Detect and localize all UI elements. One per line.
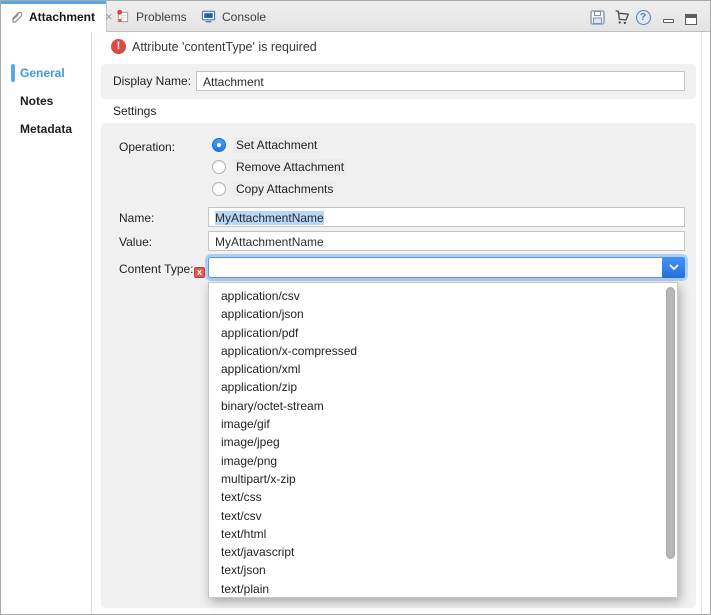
dropdown-option[interactable]: image/jpeg: [209, 433, 677, 451]
dropdown-option[interactable]: binary/octet-stream: [209, 397, 677, 415]
radio-selected-icon: [212, 138, 226, 152]
sidebar-item-notes[interactable]: Notes: [1, 91, 91, 111]
sidebar-item-metadata[interactable]: Metadata: [1, 119, 91, 139]
save-icon[interactable]: [588, 8, 606, 26]
radio-option-set-attachment[interactable]: Set Attachment: [212, 135, 320, 155]
value-input[interactable]: MyAttachmentName: [208, 231, 685, 251]
active-indicator: [11, 64, 15, 82]
combobox-dropdown-button[interactable]: [662, 257, 685, 278]
value-label: Value:: [119, 235, 152, 249]
dropdown-option[interactable]: text/plain: [209, 580, 677, 598]
help-icon[interactable]: ?: [634, 8, 652, 26]
problems-icon: [115, 9, 130, 24]
tab-console-label: Console: [222, 10, 266, 24]
tab-console[interactable]: Console: [195, 1, 272, 32]
dropdown-option[interactable]: image/gif: [209, 415, 677, 433]
radio-option-copy-attachments[interactable]: Copy Attachments: [212, 179, 336, 199]
settings-heading: Settings: [113, 104, 156, 118]
panel-right-rule: [701, 32, 702, 615]
dropdown-option[interactable]: image/png: [209, 452, 677, 470]
content-type-dropdown-list: application/csv application/json applica…: [208, 282, 678, 598]
content-type-label: Content Type:: [119, 262, 194, 276]
tab-bar: Attachment × Problems: [1, 1, 710, 32]
radio-option-remove-attachment[interactable]: Remove Attachment: [212, 157, 347, 177]
dropdown-option[interactable]: application/pdf: [209, 324, 677, 342]
dropdown-option[interactable]: text/css: [209, 488, 677, 506]
console-icon: [201, 9, 216, 24]
properties-panel: Attachment × Problems: [0, 0, 711, 615]
tab-problems-label: Problems: [136, 10, 187, 24]
dropdown-option[interactable]: text/javascript: [209, 543, 677, 561]
paperclip-icon: [9, 10, 23, 24]
dropdown-option[interactable]: application/json: [209, 305, 677, 323]
dropdown-scrollbar-thumb[interactable]: [666, 287, 675, 559]
display-name-input[interactable]: Attachment: [196, 71, 685, 91]
dropdown-option[interactable]: text/csv: [209, 507, 677, 525]
name-input[interactable]: MyAttachmentName: [208, 207, 685, 227]
cart-icon[interactable]: [612, 8, 630, 26]
operation-label: Operation:: [119, 140, 175, 154]
dropdown-option[interactable]: application/x-compressed: [209, 342, 677, 360]
dropdown-option[interactable]: application/csv: [209, 287, 677, 305]
tab-attachment[interactable]: Attachment ×: [1, 1, 107, 32]
selected-text: MyAttachmentName: [215, 211, 324, 225]
display-name-label: Display Name:: [113, 74, 191, 88]
field-error-badge: x: [194, 267, 205, 278]
dropdown-option[interactable]: application/zip: [209, 378, 677, 396]
sidebar-item-general[interactable]: General: [1, 63, 91, 83]
dropdown-option[interactable]: multipart/x-zip: [209, 470, 677, 488]
sidebar: General Notes Metadata: [1, 32, 92, 615]
radio-unselected-icon: [212, 182, 226, 196]
maximize-icon[interactable]: [682, 10, 700, 28]
minimize-icon[interactable]: [659, 12, 677, 30]
name-label: Name:: [119, 211, 154, 225]
dropdown-option[interactable]: application/xml: [209, 360, 677, 378]
content-type-combobox[interactable]: [208, 257, 685, 278]
tab-problems[interactable]: Problems: [109, 1, 193, 32]
tab-attachment-label: Attachment: [29, 10, 95, 24]
dropdown-option[interactable]: text/json: [209, 561, 677, 579]
error-icon: !: [111, 39, 126, 54]
radio-unselected-icon: [212, 160, 226, 174]
error-message: Attribute 'contentType' is required: [132, 40, 317, 54]
dropdown-option[interactable]: text/html: [209, 525, 677, 543]
